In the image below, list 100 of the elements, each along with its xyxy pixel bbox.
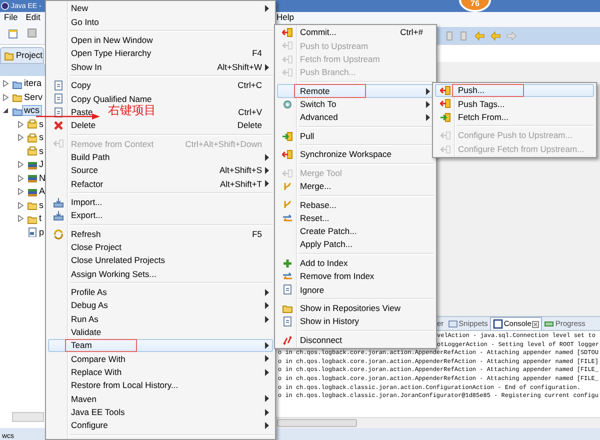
expand-icon[interactable]	[18, 120, 24, 128]
tree-item[interactable]: s	[38, 120, 44, 129]
books-icon	[27, 160, 37, 170]
menu-item[interactable]: Profile As	[71, 287, 107, 298]
menu-item[interactable]: Refactor	[71, 178, 104, 189]
back-icon[interactable]	[474, 30, 485, 40]
expand-icon[interactable]	[18, 161, 24, 168]
arrow-box-icon	[282, 27, 293, 38]
project-icon	[12, 106, 22, 116]
menu-item[interactable]: Commit...	[300, 27, 336, 38]
menu-item[interactable]: Show in Repositories View	[300, 303, 400, 314]
tree-item[interactable]: J	[38, 160, 44, 170]
menu-item[interactable]: Ignore	[300, 284, 324, 295]
menu-item[interactable]: Import...	[71, 197, 102, 207]
project-icon	[12, 78, 22, 89]
tray-icon	[53, 210, 64, 222]
arrow-box-icon	[282, 149, 293, 160]
menu-item-highlight[interactable]: Team	[48, 338, 273, 352]
menu-item[interactable]: New	[71, 3, 88, 14]
arrow-icon	[282, 54, 293, 65]
menu-item[interactable]: Open in New Window	[71, 35, 153, 46]
expand-icon[interactable]	[3, 94, 9, 101]
menu-item[interactable]: Merge...	[300, 181, 332, 192]
menu-item[interactable]: Team	[71, 340, 92, 350]
menu-item[interactable]: Disconnect	[300, 334, 342, 345]
menu-item[interactable]: Push Tags...	[458, 98, 505, 109]
menu-item[interactable]: Assign Working Sets...	[71, 268, 156, 279]
menu-item[interactable]: Show In	[71, 62, 102, 72]
expand-icon[interactable]	[18, 134, 24, 142]
new-icon[interactable]	[8, 28, 19, 38]
plus-icon	[282, 258, 293, 269]
document-icon	[282, 284, 293, 296]
menu-item[interactable]: Reset...	[300, 212, 330, 223]
collapse-icon[interactable]	[3, 108, 9, 114]
scrollbar-thumb[interactable]	[277, 419, 357, 427]
menu-item[interactable]: Fetch From...	[458, 112, 509, 122]
menu-item[interactable]: Delete	[71, 120, 96, 130]
menu-item[interactable]: Apply Patch...	[300, 239, 352, 250]
expand-icon[interactable]	[18, 215, 24, 222]
tree-item[interactable]: p	[38, 228, 46, 237]
gear-icon	[282, 98, 293, 110]
menu-item[interactable]: Java EE Tools	[71, 406, 125, 417]
tree-item[interactable]: wcs	[23, 106, 40, 116]
expand-icon[interactable]	[3, 80, 9, 88]
tree-item[interactable]: s	[38, 133, 44, 142]
menu-item[interactable]: Close Unrelated Projects	[71, 255, 166, 266]
menu-item[interactable]: Close Project	[71, 242, 122, 252]
menu-item[interactable]: Add to Index	[300, 258, 348, 268]
menu-item[interactable]: Paste	[71, 106, 93, 117]
tree-item[interactable]: A	[38, 187, 46, 196]
horizontal-scrollbar[interactable]	[12, 412, 44, 422]
menu-item-highlight[interactable]: Remote	[277, 84, 434, 98]
menu-item[interactable]: Validate	[71, 327, 102, 338]
menu-item[interactable]: Create Patch...	[300, 226, 357, 236]
menu-item[interactable]: Open Type Hierarchy	[71, 48, 152, 58]
tree-item[interactable]: s	[38, 146, 44, 156]
menu-item[interactable]: Debug As	[71, 300, 108, 310]
progress-icon	[544, 318, 554, 328]
tree-item[interactable]: s	[38, 200, 44, 210]
menu-item[interactable]: Remote	[300, 86, 330, 96]
tree-item[interactable]: itera	[23, 79, 43, 88]
menu-item[interactable]: Show in History	[300, 316, 360, 326]
save-icon[interactable]	[27, 28, 37, 38]
menu-item[interactable]: Replace With	[71, 366, 122, 377]
arrow-icon	[53, 138, 64, 150]
menu-item[interactable]: Remove from Index	[300, 271, 374, 282]
menu-bar-item[interactable]: Edit	[22, 12, 44, 22]
menu-item[interactable]: Switch To	[300, 99, 336, 110]
menu-item[interactable]: Advanced	[300, 112, 338, 122]
tree-item[interactable]: t	[38, 214, 43, 224]
menu-item[interactable]: Build Path	[71, 152, 110, 162]
tree-item[interactable]: Serv	[23, 92, 44, 102]
expand-icon[interactable]	[18, 174, 24, 182]
file-icon	[27, 227, 37, 238]
menu-item[interactable]: Refresh	[71, 228, 101, 239]
expand-icon[interactable]	[18, 188, 24, 196]
menu-bar-item[interactable]: Help	[272, 12, 298, 22]
back-icon[interactable]	[490, 30, 501, 40]
menu-item[interactable]: Copy	[71, 80, 91, 90]
menu-item[interactable]: Export...	[71, 210, 103, 220]
menu-item[interactable]: Rebase...	[300, 200, 336, 210]
expand-icon[interactable]	[18, 202, 24, 209]
menu-item[interactable]: Configure	[71, 420, 108, 430]
menu-item[interactable]: Compare With	[71, 354, 126, 364]
tree-item[interactable]: N	[38, 174, 46, 183]
menu-item[interactable]: Restore from Local History...	[71, 380, 178, 390]
menu-item[interactable]: Run As	[71, 314, 98, 324]
menu-item-highlight[interactable]: Push...	[435, 84, 594, 98]
menu-item[interactable]: Source	[71, 165, 98, 176]
project-tab[interactable]: Project	[0, 47, 44, 64]
menu-item[interactable]: Synchronize Workspace	[300, 149, 392, 160]
menu-item[interactable]: Copy Qualified Name	[71, 94, 152, 104]
close-icon[interactable]	[532, 320, 540, 328]
menu-bar-item[interactable]: File	[0, 12, 22, 22]
shortcut-text: Ctrl+Alt+Shift+Down	[184, 140, 262, 148]
menu-item[interactable]: Pull	[300, 130, 314, 141]
menu-item[interactable]: Go Into	[71, 16, 99, 27]
package-icon	[27, 146, 37, 156]
menu-item[interactable]: Maven	[71, 394, 97, 404]
menu-item[interactable]: Push...	[458, 85, 484, 96]
